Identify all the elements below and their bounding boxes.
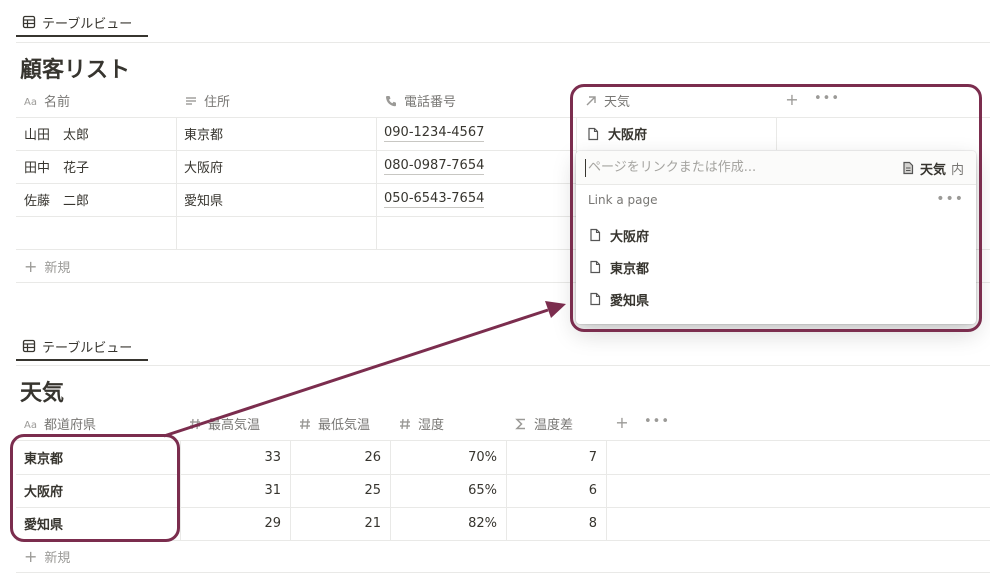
relation-option-item[interactable]: 愛知県 (588, 284, 649, 314)
table-cell-phone[interactable]: 050-6543-7654 (376, 183, 576, 216)
table-cell-name[interactable]: 田中 花子 (16, 150, 176, 183)
table-cell-address[interactable]: 愛知県 (176, 183, 376, 216)
table-cell-temp-diff[interactable]: 6 (506, 474, 606, 507)
more-dots-icon: ••• (814, 91, 841, 106)
add-column-button[interactable]: + (784, 91, 800, 109)
formula-sigma-icon (515, 418, 525, 429)
column-header-prefecture[interactable]: Aa 都道府県 (16, 407, 180, 440)
svg-text:Aa: Aa (24, 420, 37, 431)
add-column-button[interactable]: + (614, 414, 630, 432)
column-header-high-temp[interactable]: 最高気温 (180, 407, 290, 440)
column-header-phone[interactable]: 電話番号 (376, 84, 576, 117)
number-hash-icon (190, 418, 200, 429)
title-aa-icon: Aa (24, 97, 37, 108)
section-label: Link a page (588, 193, 658, 207)
phone-icon (386, 95, 396, 106)
table-cell-high-temp[interactable]: 29 (180, 507, 290, 540)
weather-title: 天気 (20, 381, 65, 406)
section-more-button[interactable]: ••• (936, 191, 964, 207)
tab-underline (16, 35, 148, 37)
relation-search-bar[interactable]: ページをリンクまたは作成... 天気 内 (576, 151, 976, 185)
column-header-name[interactable]: Aa 名前 (16, 84, 176, 117)
number-hash-icon (400, 418, 410, 429)
plus-icon: + (615, 413, 629, 432)
weather-view-tab[interactable]: テーブルビュー (16, 332, 148, 361)
weather-new-row-button[interactable]: + 新規 (16, 540, 316, 573)
number-hash-icon (300, 418, 310, 429)
table-cell-high-temp[interactable]: 33 (180, 441, 290, 474)
plus-icon: + (785, 90, 799, 109)
table-cell-temp-diff[interactable]: 8 (506, 507, 606, 540)
view-separator (16, 365, 990, 366)
more-options-button[interactable]: ••• (814, 90, 839, 108)
page-icon (590, 260, 601, 274)
view-tab-label: テーブルビュー (42, 340, 133, 356)
tab-underline (16, 359, 148, 361)
relation-option-item[interactable]: 東京都 (588, 252, 649, 282)
relation-link-popup: ページをリンクまたは作成... 天気 内 Link a page ••• 大阪府… (576, 151, 976, 324)
more-dots-icon: ••• (936, 191, 964, 207)
table-cell-low-temp[interactable]: 26 (290, 441, 390, 474)
table-cell-humidity[interactable]: 70% (390, 441, 506, 474)
table-icon (22, 339, 36, 353)
page-icon (590, 228, 601, 242)
column-header-address[interactable]: 住所 (176, 84, 376, 117)
relation-scope-label: 天気 内 (901, 151, 964, 185)
table-cell-phone[interactable]: 090-1234-4567 (376, 117, 576, 150)
table-cell-name[interactable]: 佐藤 二郎 (16, 183, 176, 216)
page-icon (590, 292, 601, 306)
column-header-low-temp[interactable]: 最低気温 (290, 407, 390, 440)
table-cell-prefecture[interactable]: 東京都 (16, 441, 180, 474)
svg-text:Aa: Aa (24, 97, 37, 108)
relation-search-input[interactable]: ページをリンクまたは作成... (588, 151, 756, 185)
text-lines-icon (186, 96, 196, 105)
table-icon (22, 15, 36, 29)
customers-view-tab[interactable]: テーブルビュー (16, 8, 148, 37)
table-cell-low-temp[interactable]: 25 (290, 474, 390, 507)
table-cell-weather-relation[interactable]: 大阪府 (576, 117, 776, 150)
text-caret (585, 159, 586, 177)
table-cell-address[interactable]: 大阪府 (176, 150, 376, 183)
relation-arrow-icon (586, 95, 596, 105)
table-cell-name[interactable]: 山田 太郎 (16, 117, 176, 150)
table-cell-address[interactable]: 東京都 (176, 117, 376, 150)
plus-icon: + (24, 547, 38, 566)
table-cell-humidity[interactable]: 82% (390, 507, 506, 540)
column-header-humidity[interactable]: 湿度 (390, 407, 506, 440)
table-cell-prefecture[interactable]: 愛知県 (16, 507, 180, 540)
table-cell-phone[interactable]: 080-0987-7654 (376, 150, 576, 183)
column-header-weather[interactable]: 天気 (576, 84, 776, 117)
table-cell-prefecture[interactable]: 大阪府 (16, 474, 180, 507)
table-cell-high-temp[interactable]: 31 (180, 474, 290, 507)
view-tab-label: テーブルビュー (42, 16, 133, 32)
table-cell-temp-diff[interactable]: 7 (506, 441, 606, 474)
customers-new-row-button[interactable]: + 新規 (16, 250, 316, 283)
table-cell-humidity[interactable]: 65% (390, 474, 506, 507)
column-header-temp-diff[interactable]: 温度差 (506, 407, 606, 440)
more-dots-icon: ••• (644, 414, 671, 429)
page-icon (903, 161, 914, 175)
plus-icon: + (24, 257, 38, 276)
table-cell-low-temp[interactable]: 21 (290, 507, 390, 540)
view-separator (16, 42, 990, 43)
relation-option-item[interactable]: 大阪府 (588, 220, 649, 250)
more-options-button[interactable]: ••• (644, 413, 669, 431)
title-aa-icon: Aa (24, 420, 37, 431)
page-icon (588, 127, 599, 140)
customers-title: 顧客リスト (20, 58, 131, 83)
